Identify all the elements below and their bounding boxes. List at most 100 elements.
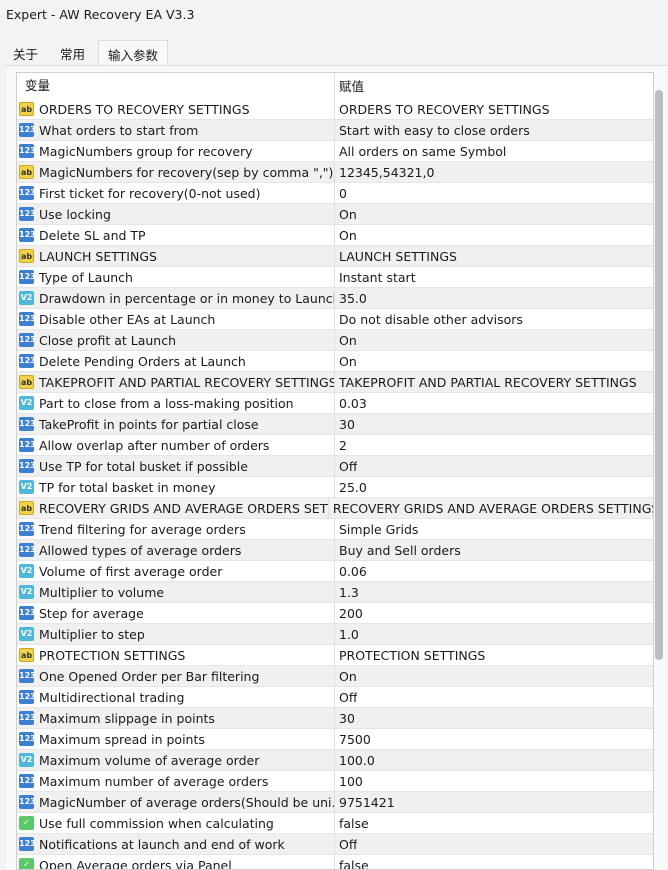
table-row[interactable]: V2 TP for total basket in money 25.0 <box>17 477 653 498</box>
parameter-value[interactable]: Simple Grids <box>335 519 418 539</box>
parameter-value[interactable]: 7500 <box>335 729 371 749</box>
integer-type-icon: 123 <box>19 123 36 137</box>
table-row[interactable]: 123 Type of Launch Instant start <box>17 267 653 288</box>
column-header-variable[interactable]: 变量 <box>17 73 335 99</box>
tab-about[interactable]: 关于 <box>4 40 47 64</box>
parameter-value[interactable]: 200 <box>335 603 363 623</box>
table-row[interactable]: ab TAKEPROFIT AND PARTIAL RECOVERY SETTIN… <box>17 372 653 393</box>
parameter-name: MagicNumber of average orders(Should be … <box>39 794 335 810</box>
table-row[interactable]: 123 MagicNumbers group for recovery All or… <box>17 141 653 162</box>
table-row[interactable]: ab RECOVERY GRIDS AND AVERAGE ORDERS SETT… <box>17 498 653 519</box>
table-row[interactable]: V2 Multiplier to step 1.0 <box>17 624 653 645</box>
table-row[interactable]: 123 TakeProfit in points for partial clos… <box>17 414 653 435</box>
parameter-value[interactable]: Off <box>335 834 357 854</box>
table-row[interactable]: 123 Allowed types of average orders Buy an… <box>17 540 653 561</box>
parameter-value[interactable]: 30 <box>335 708 355 728</box>
parameter-value[interactable]: On <box>335 330 357 350</box>
table-row[interactable]: V2 Volume of first average order 0.06 <box>17 561 653 582</box>
table-row[interactable]: 123 Maximum slippage in points 30 <box>17 708 653 729</box>
parameter-name-cell: V2 Drawdown in percentage or in money to … <box>17 288 335 308</box>
parameter-value[interactable]: ORDERS TO RECOVERY SETTINGS <box>335 99 550 119</box>
parameter-value[interactable]: Off <box>335 687 357 707</box>
parameter-name: LAUNCH SETTINGS <box>39 248 157 264</box>
parameter-value[interactable]: false <box>335 813 369 833</box>
string-type-icon: ab <box>19 249 34 263</box>
table-row[interactable]: V2 Multiplier to volume 1.3 <box>17 582 653 603</box>
parameter-value[interactable]: Instant start <box>335 267 416 287</box>
table-row[interactable]: 123 Use TP for total busket if possible Of… <box>17 456 653 477</box>
double-type-icon: V2 <box>19 627 34 641</box>
parameter-value[interactable]: 0.03 <box>335 393 367 413</box>
parameters-table: 变量 赋值 ab ORDERS TO RECOVERY SETTINGS ORDER… <box>16 72 654 870</box>
string-type-icon: ab <box>19 501 34 515</box>
parameter-name: Use TP for total busket if possible <box>39 458 248 474</box>
table-row[interactable]: 123 Maximum spread in points 7500 <box>17 729 653 750</box>
parameter-value[interactable]: RECOVERY GRIDS AND AVERAGE ORDERS SETTIN… <box>329 498 653 518</box>
parameter-value[interactable]: Do not disable other advisors <box>335 309 523 329</box>
table-row[interactable]: 123 First ticket for recovery(0-not used)… <box>17 183 653 204</box>
table-row[interactable]: 123 Delete SL and TP On <box>17 225 653 246</box>
table-row[interactable]: 123 Use locking On <box>17 204 653 225</box>
parameter-value[interactable]: 35.0 <box>335 288 367 308</box>
parameter-value[interactable]: Off <box>335 456 357 476</box>
parameter-value[interactable]: On <box>335 204 357 224</box>
table-row[interactable]: V2 Maximum volume of average order 100.0 <box>17 750 653 771</box>
parameter-value[interactable]: 25.0 <box>335 477 367 497</box>
table-row[interactable]: ab PROTECTION SETTINGS PROTECTION SETTINGS <box>17 645 653 666</box>
parameter-name: What orders to start from <box>39 122 199 138</box>
parameter-value[interactable]: PROTECTION SETTINGS <box>335 645 485 665</box>
table-row[interactable]: 123 Close profit at Launch On <box>17 330 653 351</box>
table-row[interactable]: 123 MagicNumber of average orders(Should … <box>17 792 653 813</box>
table-row[interactable]: ab ORDERS TO RECOVERY SETTINGS ORDERS TO R… <box>17 99 653 120</box>
parameter-value[interactable]: 0 <box>335 183 347 203</box>
table-row[interactable]: ✓ Use full commission when calculating fal… <box>17 813 653 834</box>
table-row[interactable]: ab LAUNCH SETTINGS LAUNCH SETTINGS <box>17 246 653 267</box>
parameter-value[interactable]: 0.06 <box>335 561 367 581</box>
parameter-value[interactable]: 100 <box>335 771 363 791</box>
parameter-value[interactable]: 2 <box>335 435 347 455</box>
table-row[interactable]: 123 Trend filtering for average orders Sim… <box>17 519 653 540</box>
parameter-value[interactable]: 1.3 <box>335 582 359 602</box>
table-row[interactable]: V2 Drawdown in percentage or in money to … <box>17 288 653 309</box>
parameter-value[interactable]: Start with easy to close orders <box>335 120 530 140</box>
parameter-name-cell: 123 Type of Launch <box>17 267 335 287</box>
table-row[interactable]: V2 Part to close from a loss-making posit… <box>17 393 653 414</box>
parameter-value[interactable]: 30 <box>335 414 355 434</box>
parameter-name-cell: 123 Maximum number of average orders <box>17 771 335 791</box>
parameter-value[interactable]: 12345,54321,0 <box>335 162 434 182</box>
table-row[interactable]: ab MagicNumbers for recovery(sep by comma… <box>17 162 653 183</box>
integer-type-icon: 123 <box>19 459 36 473</box>
parameter-value[interactable]: On <box>335 225 357 245</box>
parameter-value[interactable]: All orders on same Symbol <box>335 141 506 161</box>
parameter-value[interactable]: 100.0 <box>335 750 375 770</box>
table-row[interactable]: 123 Disable other EAs at Launch Do not dis… <box>17 309 653 330</box>
vertical-scrollbar[interactable] <box>655 90 663 660</box>
parameter-value[interactable]: On <box>335 666 357 686</box>
tab-common[interactable]: 常用 <box>51 40 94 64</box>
integer-type-icon: 123 <box>19 711 36 725</box>
table-row[interactable]: 123 Allow overlap after number of orders 2 <box>17 435 653 456</box>
table-row[interactable]: 123 Delete Pending Orders at Launch On <box>17 351 653 372</box>
parameter-value[interactable]: On <box>335 351 357 371</box>
table-row[interactable]: 123 Multidirectional trading Off <box>17 687 653 708</box>
parameter-value[interactable]: Buy and Sell orders <box>335 540 461 560</box>
table-row[interactable]: 123 Step for average 200 <box>17 603 653 624</box>
parameter-name: TP for total basket in money <box>39 479 216 495</box>
parameter-name-cell: ab ORDERS TO RECOVERY SETTINGS <box>17 99 335 119</box>
table-row[interactable]: 123 One Opened Order per Bar filtering On <box>17 666 653 687</box>
table-row[interactable]: 123 What orders to start from Start with e… <box>17 120 653 141</box>
parameter-value[interactable]: TAKEPROFIT AND PARTIAL RECOVERY SETTINGS <box>335 372 637 392</box>
table-row[interactable]: 123 Notifications at launch and end of wo… <box>17 834 653 855</box>
parameter-name: Allowed types of average orders <box>39 542 242 558</box>
parameter-name-cell: 123 Disable other EAs at Launch <box>17 309 335 329</box>
parameter-value[interactable]: 1.0 <box>335 624 359 644</box>
parameter-value[interactable]: LAUNCH SETTINGS <box>335 246 457 266</box>
parameter-name-cell: 123 Trend filtering for average orders <box>17 519 335 539</box>
parameter-name-cell: V2 Multiplier to step <box>17 624 335 644</box>
integer-type-icon: 123 <box>19 207 36 221</box>
tab-inputs[interactable]: 输入参数 <box>98 40 169 65</box>
table-row[interactable]: 123 Maximum number of average orders 100 <box>17 771 653 792</box>
parameter-name: ORDERS TO RECOVERY SETTINGS <box>39 101 250 117</box>
column-header-value[interactable]: 赋值 <box>335 73 364 99</box>
parameter-value[interactable]: 9751421 <box>335 792 395 812</box>
